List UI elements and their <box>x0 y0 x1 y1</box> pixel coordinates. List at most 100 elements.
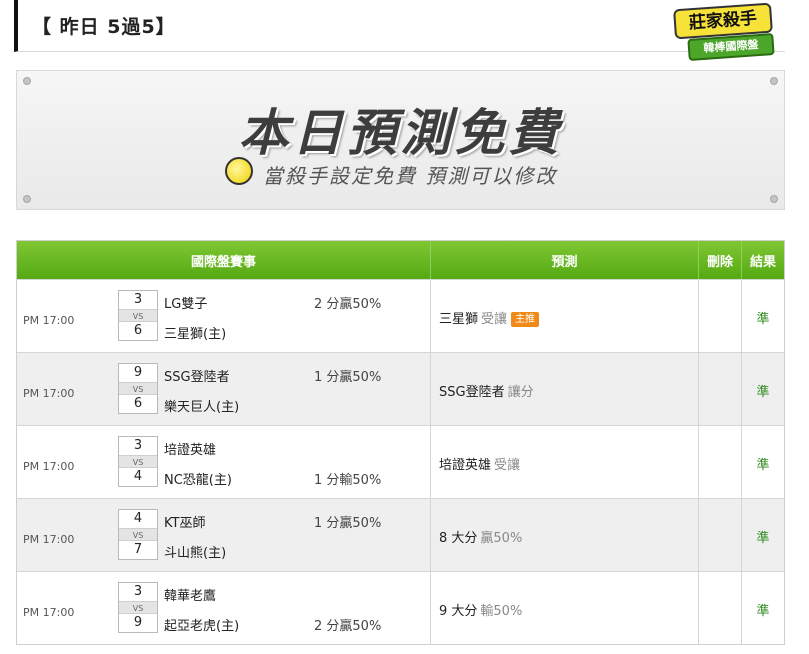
prediction-type: 受讓 <box>481 312 508 327</box>
prediction-text: 三星獅 受讓 主推 <box>439 308 540 327</box>
prediction-text: SSG登陸者 讓分 <box>439 381 534 400</box>
team-away: KT巫師 <box>164 516 206 531</box>
vs-label: VS <box>119 601 157 614</box>
score-away: 3 <box>133 584 143 599</box>
screw-icon <box>770 77 778 85</box>
delete-cell <box>699 280 742 352</box>
header-prediction: 預測 <box>431 241 699 279</box>
header-delete: 刪除 <box>699 241 742 279</box>
prediction-text: 8 大分 贏50% <box>439 527 522 546</box>
header-title: 【 昨日 5過5】 <box>32 16 176 38</box>
handicap-home: 2 分贏50% <box>314 619 382 634</box>
scorebox: 3 VS 4 <box>118 436 158 487</box>
team-home: 樂天巨人(主) <box>164 400 240 415</box>
scorebox: 4 VS 7 <box>118 509 158 560</box>
score-home: 4 <box>133 469 143 484</box>
prediction-pick: SSG登陸者 <box>439 385 505 400</box>
prediction-cell: 三星獅 受讓 主推 <box>431 280 699 352</box>
free-prediction-banner: 本日預測免費 當殺手設定免費 預測可以修改 <box>16 70 785 210</box>
vs-label: VS <box>119 309 157 322</box>
result-cell: 準 <box>742 426 784 498</box>
score-away: 9 <box>133 365 143 380</box>
prediction-cell: 培證英雄 受讓 <box>431 426 699 498</box>
prediction-text: 培證英雄 受讓 <box>439 454 520 473</box>
team-away: 培證英雄 <box>164 443 217 458</box>
result-text: 準 <box>756 531 770 546</box>
prediction-table: 國際盤賽事 預測 刪除 結果 PM 17:00 3 VS 6 LG雙子 三星獅(… <box>16 240 785 645</box>
score-home: 6 <box>133 323 143 338</box>
prediction-pick: 8 大分 <box>439 531 478 546</box>
prediction-text: 9 大分 輸50% <box>439 600 522 619</box>
brand-badge-subtitle: 韓棒國際盤 <box>687 33 775 61</box>
delete-cell <box>699 499 742 571</box>
handicap-away: 2 分贏50% <box>314 297 382 312</box>
delete-cell <box>699 426 742 498</box>
result-text: 準 <box>756 385 770 400</box>
result-cell: 準 <box>742 280 784 352</box>
prediction-cell: SSG登陸者 讓分 <box>431 353 699 425</box>
scorebox: 9 VS 6 <box>118 363 158 414</box>
delete-cell <box>699 572 742 644</box>
banner-title: 本日預測免費 <box>238 104 563 162</box>
handicap-away: 1 分贏50% <box>314 370 382 385</box>
scorebox: 3 VS 9 <box>118 582 158 633</box>
prediction-cell: 9 大分 輸50% <box>431 572 699 644</box>
prediction-type: 輸50% <box>480 604 523 619</box>
screw-icon <box>23 77 31 85</box>
prediction-pick: 9 大分 <box>439 604 478 619</box>
match-time: PM 17:00 <box>23 606 75 619</box>
score-away: 4 <box>133 511 143 526</box>
table-row: PM 17:00 3 VS 6 LG雙子 三星獅(主) 2 分贏50% 三星獅受… <box>17 279 784 352</box>
result-cell: 準 <box>742 499 784 571</box>
table-row: PM 17:00 3 VS 4 培證英雄 NC恐龍(主) 1 分輸50% 培證英… <box>17 425 784 498</box>
screw-icon <box>23 195 31 203</box>
table-row: PM 17:00 4 VS 7 KT巫師 斗山熊(主) 1 分贏50% 8 大分… <box>17 498 784 571</box>
header-result: 結果 <box>749 254 776 270</box>
score-home: 6 <box>133 396 143 411</box>
result-text: 準 <box>756 312 770 327</box>
team-home: 起亞老虎(主) <box>164 619 240 634</box>
header-match: 國際盤賽事 <box>17 241 431 279</box>
match-time: PM 17:00 <box>23 387 75 400</box>
match-cell: PM 17:00 9 VS 6 SSG登陸者 樂天巨人(主) 1 分贏50% <box>17 353 431 425</box>
vs-label: VS <box>119 528 157 541</box>
team-home: 三星獅(主) <box>164 327 227 342</box>
team-away: 韓華老鷹 <box>164 589 217 604</box>
match-cell: PM 17:00 3 VS 9 韓華老鷹 起亞老虎(主) 2 分贏50% <box>17 572 431 644</box>
match-time: PM 17:00 <box>23 460 75 473</box>
team-home: NC恐龍(主) <box>164 473 232 488</box>
brand-badge: 莊家殺手 韓棒國際盤 <box>670 2 782 62</box>
delete-cell <box>699 353 742 425</box>
result-text: 準 <box>756 604 770 619</box>
table-header: 國際盤賽事 預測 刪除 結果 <box>17 241 784 279</box>
prediction-pick: 三星獅 <box>439 312 479 327</box>
lightbulb-icon <box>225 157 253 185</box>
match-time: PM 17:00 <box>23 533 75 546</box>
score-away: 3 <box>133 438 143 453</box>
match-cell: PM 17:00 4 VS 7 KT巫師 斗山熊(主) 1 分贏50% <box>17 499 431 571</box>
result-cell: 準 <box>742 353 784 425</box>
match-cell: PM 17:00 3 VS 4 培證英雄 NC恐龍(主) 1 分輸50% <box>17 426 431 498</box>
handicap-away: 1 分贏50% <box>314 516 382 531</box>
vs-label: VS <box>119 382 157 395</box>
prediction-type: 讓分 <box>507 385 534 400</box>
team-away: LG雙子 <box>164 297 208 312</box>
vs-label: VS <box>119 455 157 468</box>
table-row: PM 17:00 3 VS 9 韓華老鷹 起亞老虎(主) 2 分贏50% 9 大… <box>17 571 784 644</box>
result-text: 準 <box>756 458 770 473</box>
banner-subtitle: 當殺手設定免費 預測可以修改 <box>263 164 558 188</box>
handicap-home: 1 分輸50% <box>314 473 382 488</box>
scorebox: 3 VS 6 <box>118 290 158 341</box>
match-cell: PM 17:00 3 VS 6 LG雙子 三星獅(主) 2 分贏50% <box>17 280 431 352</box>
prediction-type: 受讓 <box>494 458 521 473</box>
team-home: 斗山熊(主) <box>164 546 227 561</box>
prediction-pick: 培證英雄 <box>439 458 492 473</box>
prediction-cell: 8 大分 贏50% <box>431 499 699 571</box>
main-pick-badge: 主推 <box>511 312 540 327</box>
team-away: SSG登陸者 <box>164 370 230 385</box>
score-home: 9 <box>133 615 143 630</box>
score-away: 3 <box>133 292 143 307</box>
table-row: PM 17:00 9 VS 6 SSG登陸者 樂天巨人(主) 1 分贏50% S… <box>17 352 784 425</box>
result-cell: 準 <box>742 572 784 644</box>
screw-icon <box>770 195 778 203</box>
